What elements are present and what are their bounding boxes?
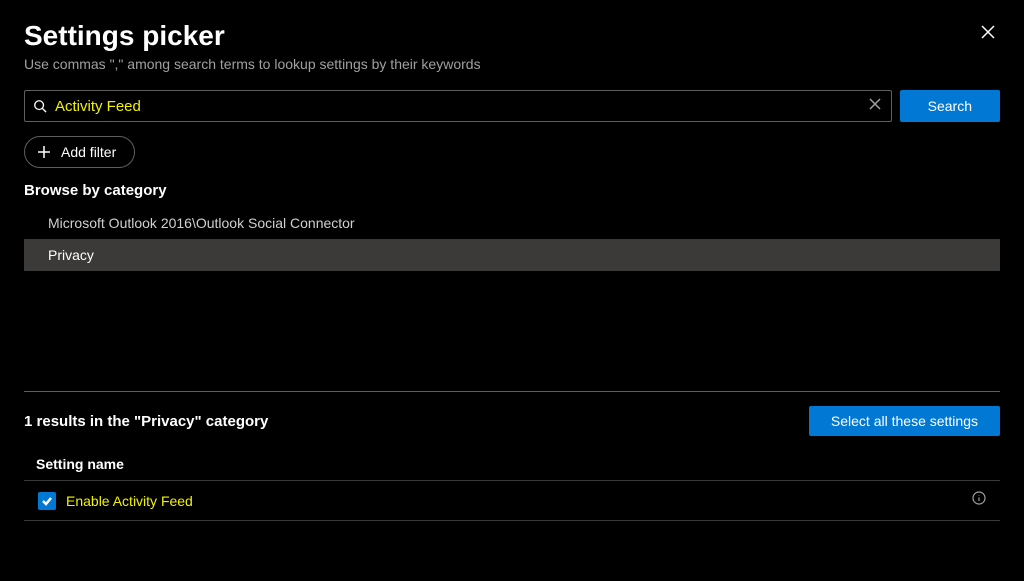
category-item-privacy[interactable]: Privacy (24, 239, 1000, 271)
info-button[interactable] (972, 491, 986, 510)
divider (24, 391, 1000, 392)
setting-row[interactable]: Enable Activity Feed (24, 481, 1000, 521)
browse-by-category-label: Browse by category (24, 182, 1000, 199)
category-item-outlook-social-connector[interactable]: Microsoft Outlook 2016\Outlook Social Co… (24, 207, 1000, 239)
close-button[interactable] (976, 20, 1000, 49)
page-subtitle: Use commas "," among search terms to loo… (24, 56, 481, 72)
add-filter-label: Add filter (61, 144, 116, 160)
info-icon (972, 491, 986, 505)
search-button[interactable]: Search (900, 90, 1000, 122)
check-icon (41, 495, 53, 507)
setting-name-column-header: Setting name (24, 448, 1000, 481)
page-title: Settings picker (24, 20, 481, 52)
results-count-text: 1 results in the "Privacy" category (24, 413, 268, 430)
plus-icon (37, 145, 51, 159)
setting-checkbox[interactable] (38, 492, 56, 510)
add-filter-button[interactable]: Add filter (24, 136, 135, 168)
select-all-button[interactable]: Select all these settings (809, 406, 1000, 436)
category-list: Microsoft Outlook 2016\Outlook Social Co… (24, 207, 1000, 271)
clear-icon (869, 98, 881, 110)
clear-search-button[interactable] (867, 95, 883, 117)
setting-label: Enable Activity Feed (66, 493, 972, 509)
search-input[interactable] (47, 98, 867, 115)
close-icon (980, 24, 996, 40)
search-icon (33, 99, 47, 113)
search-box[interactable] (24, 90, 892, 122)
